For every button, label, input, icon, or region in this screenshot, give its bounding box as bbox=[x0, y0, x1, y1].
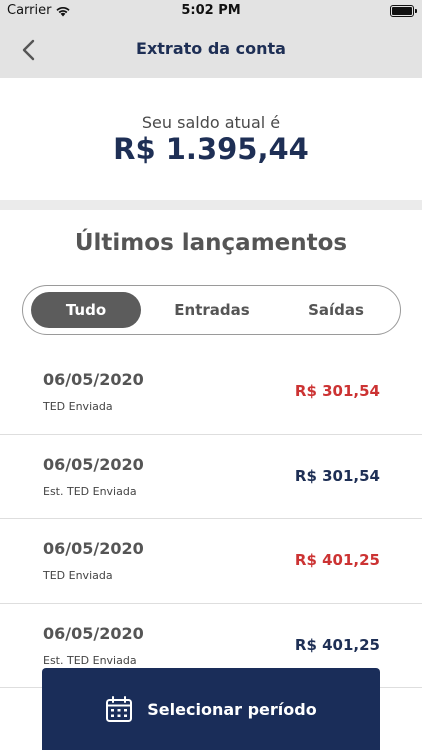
tab-entradas[interactable]: Entradas bbox=[153, 292, 271, 328]
transaction-description: Est. TED Enviada bbox=[43, 653, 137, 667]
transaction-description: TED Enviada bbox=[43, 569, 113, 582]
section-title: Últimos lançamentos bbox=[74, 230, 348, 256]
transaction-list: 06/05/2020 TED Enviada R$ 301,54 06/05/2… bbox=[0, 350, 422, 688]
transaction-description: Est. TED Enviada bbox=[43, 484, 137, 498]
select-period-button[interactable]: Selecionar período bbox=[42, 668, 380, 750]
status-bar: Carrier 5:02 PM bbox=[0, 0, 422, 22]
transaction-amount: R$ 401,25 bbox=[294, 635, 380, 654]
tab-saidas[interactable]: Saídas bbox=[281, 292, 391, 328]
transaction-amount: R$ 301,54 bbox=[294, 466, 380, 485]
filter-segmented-control: Tudo Entradas Saídas bbox=[22, 285, 401, 335]
status-time: 5:02 PM bbox=[181, 3, 241, 18]
transaction-row[interactable]: 06/05/2020 Est. TED Enviada R$ 301,54 bbox=[0, 435, 422, 519]
calendar-icon bbox=[106, 696, 133, 722]
section-divider bbox=[0, 200, 422, 210]
balance-label: Seu saldo atual é bbox=[141, 113, 281, 132]
page-title: Extrato da conta bbox=[136, 39, 286, 58]
balance-card: Seu saldo atual é R$ 1.395,44 bbox=[0, 78, 422, 200]
tab-tudo[interactable]: Tudo bbox=[31, 292, 141, 328]
balance-value: R$ 1.395,44 bbox=[113, 132, 309, 166]
transaction-date: 06/05/2020 bbox=[43, 370, 144, 389]
transaction-amount: R$ 401,25 bbox=[294, 551, 380, 569]
transaction-date: 06/05/2020 bbox=[43, 539, 144, 558]
battery-icon bbox=[390, 5, 417, 17]
transaction-row[interactable]: 06/05/2020 TED Enviada R$ 301,54 bbox=[0, 350, 422, 435]
transaction-row[interactable]: 06/05/2020 TED Enviada R$ 401,25 bbox=[0, 519, 422, 604]
transaction-description: TED Enviada bbox=[43, 400, 113, 413]
transaction-amount: R$ 301,54 bbox=[294, 382, 380, 400]
transaction-date: 06/05/2020 bbox=[43, 623, 144, 643]
transaction-date: 06/05/2020 bbox=[43, 454, 144, 474]
select-period-label: Selecionar período bbox=[147, 699, 317, 719]
navigation-bar: Extrato da conta bbox=[0, 22, 422, 78]
